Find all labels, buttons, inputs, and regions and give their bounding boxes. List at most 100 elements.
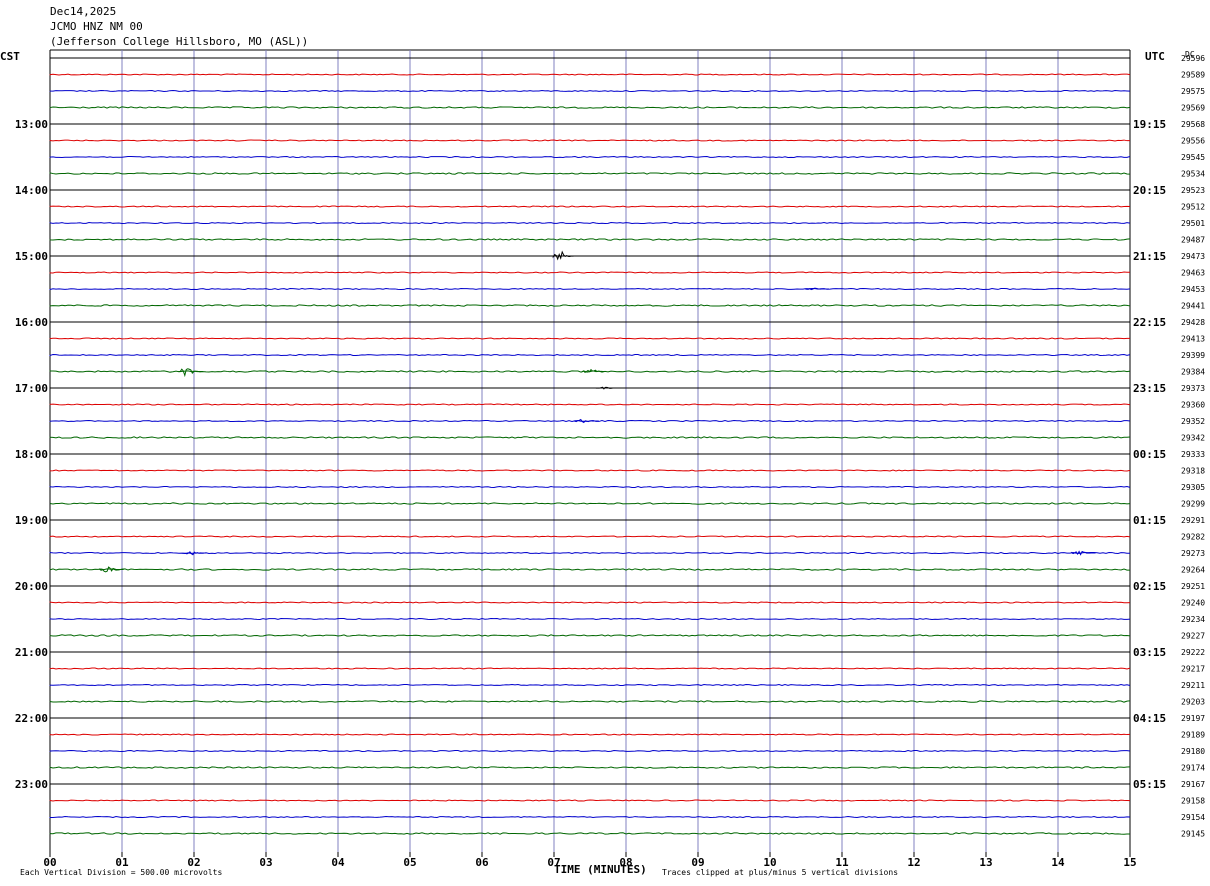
utc-hour-label: 01:15 bbox=[1133, 514, 1166, 527]
dc-value-label: 29318 bbox=[1181, 467, 1205, 476]
dc-value-label: 29240 bbox=[1181, 599, 1205, 608]
dc-value-label: 29512 bbox=[1181, 203, 1205, 212]
dc-value-label: 29360 bbox=[1181, 401, 1205, 410]
trace-line bbox=[49, 221, 1131, 225]
trace-line bbox=[49, 139, 1131, 142]
trace-line bbox=[49, 353, 1131, 357]
trace-line bbox=[49, 337, 1131, 340]
cst-hour-label: 16:00 bbox=[15, 316, 48, 329]
trace-line bbox=[49, 73, 1131, 76]
cst-hour-label: 17:00 bbox=[15, 382, 48, 395]
trace-line bbox=[49, 172, 1131, 175]
cst-hour-label: 14:00 bbox=[15, 184, 48, 197]
utc-hour-label: 00:15 bbox=[1133, 448, 1166, 461]
trace-line bbox=[49, 601, 1131, 604]
cst-hour-label: 15:00 bbox=[15, 250, 48, 263]
dc-value-label: 29333 bbox=[1181, 450, 1205, 459]
trace-line bbox=[49, 749, 1131, 753]
dc-value-label: 29154 bbox=[1181, 813, 1205, 822]
trace-line bbox=[49, 155, 1131, 159]
x-tick-label: 15 bbox=[1123, 856, 1136, 869]
utc-hour-label: 22:15 bbox=[1133, 316, 1166, 329]
dc-value-label: 29428 bbox=[1181, 318, 1205, 327]
trace-line bbox=[49, 205, 1131, 208]
x-tick-label: 12 bbox=[907, 856, 920, 869]
x-tick-label: 04 bbox=[331, 856, 345, 869]
trace-line bbox=[49, 683, 1131, 687]
dc-value-label: 29352 bbox=[1181, 417, 1205, 426]
x-tick-label: 06 bbox=[475, 856, 489, 869]
trace-line bbox=[49, 502, 1131, 505]
trace-line bbox=[49, 89, 1131, 93]
dc-value-label: 29556 bbox=[1181, 137, 1205, 146]
dc-value-label: 29501 bbox=[1181, 219, 1205, 228]
cst-hour-label: 21:00 bbox=[15, 646, 48, 659]
utc-axis-title: UTC bbox=[1145, 50, 1165, 63]
trace-line bbox=[49, 667, 1131, 670]
cst-hour-label: 19:00 bbox=[15, 514, 48, 527]
dc-value-label: 29197 bbox=[1181, 714, 1205, 723]
cst-hour-label: 23:00 bbox=[15, 778, 48, 791]
dc-value-label: 29174 bbox=[1181, 764, 1205, 773]
dc-value-label: 29167 bbox=[1181, 780, 1205, 789]
utc-hour-label: 02:15 bbox=[1133, 580, 1166, 593]
trace-line bbox=[49, 403, 1131, 406]
dc-value-label: 29453 bbox=[1181, 285, 1205, 294]
trace-line bbox=[49, 485, 1131, 488]
dc-value-label: 29251 bbox=[1181, 582, 1205, 591]
cst-hour-label: 22:00 bbox=[15, 712, 48, 725]
dc-value-label: 29568 bbox=[1181, 120, 1205, 129]
dc-value-label: 29523 bbox=[1181, 186, 1205, 195]
trace-line bbox=[49, 106, 1131, 109]
dc-value-label: 29575 bbox=[1181, 87, 1205, 96]
dc-value-label: 29203 bbox=[1181, 698, 1205, 707]
dc-value-label: 29222 bbox=[1181, 648, 1205, 657]
trace-line bbox=[49, 535, 1131, 538]
trace-line bbox=[49, 304, 1131, 307]
trace-line bbox=[49, 733, 1131, 736]
event-trace bbox=[595, 386, 621, 390]
dc-value-label: 29282 bbox=[1181, 533, 1205, 542]
trace-line bbox=[49, 271, 1131, 274]
dc-value-label: 29399 bbox=[1181, 351, 1205, 360]
dc-value-label: 29373 bbox=[1181, 384, 1205, 393]
x-tick-label: 03 bbox=[259, 856, 272, 869]
utc-hour-label: 21:15 bbox=[1133, 250, 1166, 263]
dc-value-label: 29180 bbox=[1181, 747, 1205, 756]
dc-value-label: 29189 bbox=[1181, 731, 1205, 740]
dc-value-label: 29217 bbox=[1181, 665, 1205, 674]
trace-line bbox=[49, 617, 1131, 621]
dc-value-label: 29227 bbox=[1181, 632, 1205, 641]
trace-line bbox=[49, 799, 1131, 802]
dc-value-label: 29305 bbox=[1181, 483, 1205, 492]
dc-value-label: 29291 bbox=[1181, 516, 1205, 525]
x-axis-title: TIME (MINUTES) bbox=[554, 863, 647, 876]
clip-note: Traces clipped at plus/minus 5 vertical … bbox=[662, 868, 898, 877]
dc-value-label: 29145 bbox=[1181, 830, 1205, 839]
utc-hour-label: 05:15 bbox=[1133, 778, 1166, 791]
dc-value-label: 29158 bbox=[1181, 797, 1205, 806]
trace-line bbox=[49, 832, 1131, 835]
dc-value-label: 29273 bbox=[1181, 549, 1205, 558]
seismogram-plot: CST UTC DC13:0014:0015:0016:0017:0018:0019… bbox=[0, 49, 1205, 877]
cst-hour-label: 20:00 bbox=[15, 580, 48, 593]
trace-line bbox=[49, 436, 1131, 439]
scale-note: Each Vertical Division = 500.00 microvol… bbox=[20, 868, 222, 877]
dc-value-label: 29413 bbox=[1181, 335, 1205, 344]
dc-value-label: 29234 bbox=[1181, 615, 1205, 624]
trace-line bbox=[49, 238, 1131, 241]
trace-line bbox=[49, 568, 1131, 571]
dc-value-label: 29569 bbox=[1181, 104, 1205, 113]
dc-value-label: 29463 bbox=[1181, 269, 1205, 278]
dc-value-label: 29487 bbox=[1181, 236, 1205, 245]
dc-value-label: 29211 bbox=[1181, 681, 1205, 690]
dc-value-label: 29342 bbox=[1181, 434, 1205, 443]
utc-hour-label: 04:15 bbox=[1133, 712, 1166, 725]
utc-hour-label: 20:15 bbox=[1133, 184, 1166, 197]
utc-hour-label: 23:15 bbox=[1133, 382, 1166, 395]
dc-value-label: 29596 bbox=[1181, 54, 1205, 63]
trace-line bbox=[49, 700, 1131, 703]
trace-line bbox=[49, 551, 1131, 555]
trace-line bbox=[49, 634, 1131, 637]
utc-hour-label: 19:15 bbox=[1133, 118, 1166, 131]
